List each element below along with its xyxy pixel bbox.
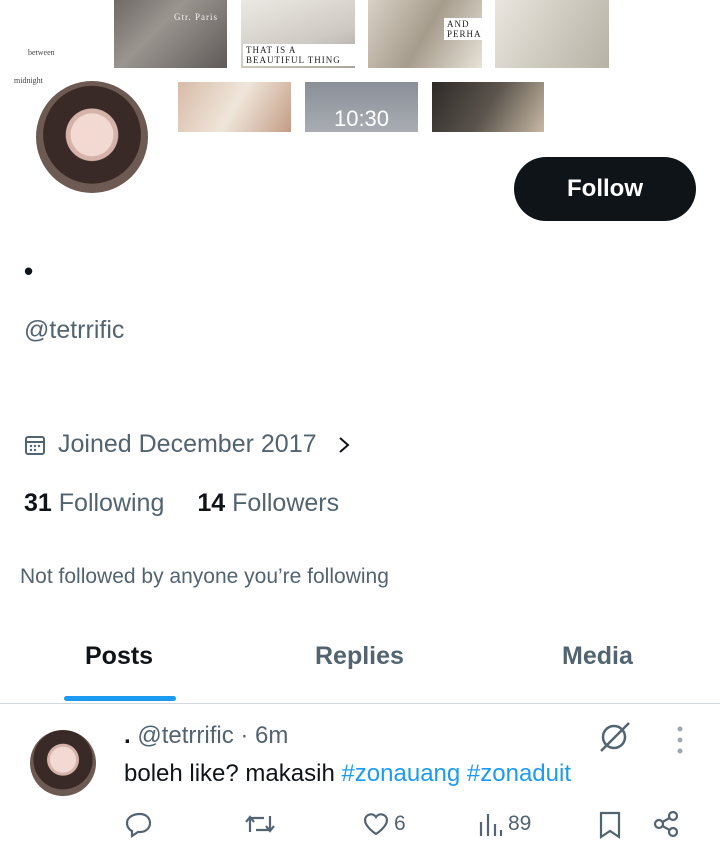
views-button[interactable]: 89 (478, 810, 531, 838)
banner-caption-beautiful: THAT IS A BEAUTIFUL THING (243, 44, 355, 66)
post-text: boleh like? makasih (124, 760, 342, 787)
tab-replies[interactable]: Replies (315, 642, 404, 671)
follow-stats: 31 Following 14 Followers (24, 489, 339, 518)
banner-photo-piano: THAT IS A BEAUTIFUL THING (241, 0, 355, 68)
banner-margin-text-2: midnight (14, 76, 43, 85)
banner-photo-bookshop: Gtr. Paris (114, 0, 227, 68)
heart-icon (362, 810, 390, 838)
calendar-icon (24, 434, 46, 456)
post-header: . @tetrrific · 6m (124, 722, 288, 750)
chevron-right-icon (337, 435, 351, 455)
following-link[interactable]: 31 Following (24, 489, 164, 518)
post-body: boleh like? makasih #zonauang #zonaduit (124, 760, 571, 788)
like-count: 6 (394, 812, 406, 835)
views-icon (478, 810, 504, 838)
following-count: 31 (24, 489, 52, 517)
banner-caption-perhaps: AND PERHAPS, (444, 18, 482, 40)
post-timestamp[interactable]: · 6m (240, 722, 288, 749)
bookmark-icon (598, 810, 622, 840)
mutual-followers-note: Not followed by anyone you’re following (20, 565, 389, 588)
share-button[interactable] (652, 810, 680, 838)
post-author-avatar[interactable] (30, 730, 96, 796)
banner-photo-clock: 10:30 (305, 82, 418, 132)
profile-avatar[interactable] (33, 78, 151, 196)
followers-label: Followers (232, 489, 340, 517)
following-label: Following (58, 489, 165, 517)
repost-button[interactable] (244, 810, 276, 838)
repost-icon (244, 810, 276, 838)
banner-caption-paris: Gtr. Paris (174, 12, 219, 22)
joined-date-row[interactable]: Joined December 2017 (24, 430, 351, 459)
joined-date-text: Joined December 2017 (58, 430, 317, 458)
followers-link[interactable]: 14 Followers (197, 489, 339, 518)
banner-clock-text: 10:30 (333, 106, 390, 131)
active-tab-indicator (64, 696, 176, 701)
views-count: 89 (508, 812, 532, 835)
avatar-image (36, 81, 148, 193)
hashtag-link[interactable]: #zonauang (341, 760, 460, 787)
banner-margin-text-1: between (28, 48, 55, 57)
reply-button[interactable] (126, 810, 154, 838)
grok-icon[interactable] (598, 720, 632, 759)
post-author-handle[interactable]: @tetrrific (137, 722, 233, 749)
profile-display-name: • (24, 256, 34, 286)
followers-count: 14 (197, 489, 226, 517)
like-button[interactable]: 6 (362, 810, 406, 838)
post-author-name[interactable]: . (124, 722, 131, 749)
banner-photo-notebook (495, 0, 609, 68)
tab-divider (0, 703, 720, 704)
share-icon (652, 810, 680, 838)
banner-photo-notes (178, 82, 291, 132)
more-options-icon[interactable] (674, 724, 686, 761)
follow-button[interactable]: Follow (514, 157, 696, 221)
banner-photo-camera (432, 82, 544, 132)
profile-handle: @tetrrific (24, 316, 125, 344)
bookmark-button[interactable] (598, 810, 622, 840)
banner-photo-cafe: AND PERHAPS, (368, 0, 482, 68)
tab-media[interactable]: Media (562, 642, 633, 671)
reply-icon (126, 810, 154, 838)
tab-posts[interactable]: Posts (85, 642, 153, 671)
hashtag-link[interactable]: #zonaduit (467, 760, 571, 787)
